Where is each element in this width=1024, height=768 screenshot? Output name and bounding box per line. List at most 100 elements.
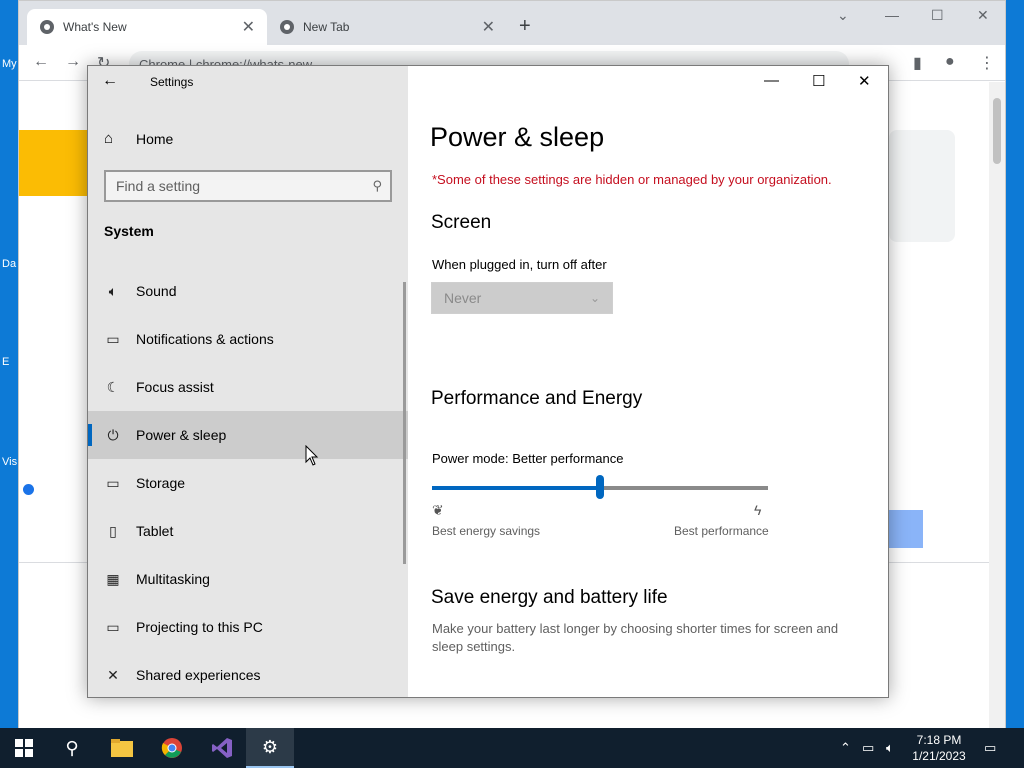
minimize-button[interactable]: — (885, 7, 899, 23)
clock[interactable]: 7:18 PM 1/21/2023 (906, 732, 972, 764)
close-icon[interactable]: ✕ (482, 17, 495, 37)
tab-title: What's New (63, 20, 127, 34)
maximize-button[interactable]: ☐ (931, 7, 944, 24)
sidebar-item-power-sleep[interactable]: ⏻ Power & sleep (88, 411, 408, 459)
settings-sidebar: ← Settings ⌂ Home Find a setting ⚲ Syste… (88, 66, 408, 697)
close-icon[interactable]: ✕ (242, 17, 255, 37)
sidebar-item-sound[interactable]: 🔈︎ Sound (88, 267, 408, 315)
settings-window: ← Settings ⌂ Home Find a setting ⚲ Syste… (87, 65, 889, 698)
close-button[interactable]: ✕ (858, 72, 871, 90)
battery-heading: Save energy and battery life (431, 587, 668, 608)
chrome-icon (40, 20, 54, 34)
settings-content: — ☐ ✕ Power & sleep *Some of these setti… (408, 66, 888, 697)
card-shape (889, 130, 955, 242)
sidebar-item-label: Sound (136, 283, 177, 299)
minimize-button[interactable]: — (764, 72, 779, 89)
sidebar-item-projecting[interactable]: ▭ Projecting to this PC (88, 603, 408, 651)
sidebar-item-label: Focus assist (136, 379, 214, 395)
performance-heading: Performance and Energy (431, 388, 643, 409)
windows-icon (15, 739, 33, 757)
visual-studio-button[interactable] (198, 728, 246, 768)
sidebar-item-label: Shared experiences (136, 667, 261, 683)
close-button[interactable]: ✕ (977, 7, 989, 24)
sidebar-item-multitasking[interactable]: ▦ Multitasking (88, 555, 408, 603)
volume-icon[interactable]: 🔈︎ (886, 740, 894, 756)
tablet-icon: ▯ (109, 522, 117, 539)
speaker-icon: 🔈︎ (108, 282, 118, 299)
start-button[interactable] (0, 728, 48, 768)
slider-thumb[interactable] (596, 475, 604, 499)
menu-icon[interactable]: ⋮ (979, 53, 995, 73)
back-icon[interactable]: ← (33, 53, 49, 71)
sidebar-item-focus-assist[interactable]: ☾ Focus assist (88, 363, 408, 411)
sidebar-item-notifications[interactable]: ▭ Notifications & actions (88, 315, 408, 363)
chrome-icon (161, 738, 182, 758)
forward-icon[interactable]: → (65, 53, 81, 71)
projector-icon: ▭ (106, 618, 120, 635)
notification-center-icon[interactable]: ▭ (984, 740, 996, 756)
battery-description: Make your battery last longer by choosin… (432, 621, 839, 654)
chevron-up-icon[interactable]: ⌃ (840, 740, 851, 756)
chevron-down-icon: ⌄ (589, 291, 600, 305)
leaf-icon: ❦ (432, 502, 444, 518)
power-icon: ⏻ (107, 426, 119, 443)
gear-icon: ⚙ (261, 736, 279, 757)
home-label: Home (136, 130, 174, 147)
maximize-button[interactable]: ☐ (812, 72, 825, 90)
time: 7:18 PM (916, 733, 962, 747)
scroll-thumb[interactable] (993, 98, 1001, 164)
slider-left-label: Best energy savings (432, 524, 541, 538)
search-input[interactable]: Find a setting ⚲ (104, 170, 392, 202)
tab-new-tab[interactable]: New Tab ✕ (267, 9, 507, 45)
banner-shape (19, 130, 89, 196)
dropdown-value: Never (444, 290, 482, 306)
search-button[interactable]: ⚲ (48, 728, 96, 768)
multitasking-icon: ▦ (106, 570, 120, 587)
search-icon: ⚲ (372, 178, 382, 193)
scrollbar[interactable] (989, 82, 1005, 728)
desktop-label[interactable]: E (2, 356, 9, 368)
date: 1/21/2023 (912, 749, 966, 763)
desktop-label[interactable]: Da (2, 258, 16, 270)
settings-taskbar-button[interactable]: ⚙ (246, 728, 294, 768)
desktop-label[interactable]: My (2, 58, 17, 70)
tab-whats-new[interactable]: What's New ✕ (27, 9, 267, 45)
search-icon: ⚲ (65, 737, 79, 758)
sidebar-scrollbar[interactable] (403, 282, 406, 564)
chrome-taskbar-button[interactable] (148, 728, 196, 768)
power-mode-slider[interactable] (432, 475, 768, 499)
taskbar: ⚲ ⚙ ⌃ ▭ 🔈︎ 7:18 PM 1/21/2023 ▭ (0, 728, 1024, 768)
managed-notice: *Some of these settings are hidden or ma… (432, 172, 832, 187)
folder-icon (111, 739, 133, 757)
back-arrow-icon[interactable]: ← (102, 72, 124, 94)
sidebar-item-label: Storage (136, 475, 186, 491)
share-icon: ✕ (107, 666, 119, 683)
sidebar-item-label: Projecting to this PC (136, 619, 263, 635)
chevron-down-icon[interactable]: ⌄ (837, 7, 849, 24)
search-placeholder: Find a setting (116, 178, 201, 194)
sidebar-item-label: Power & sleep (136, 427, 227, 443)
screen-heading: Screen (431, 212, 492, 233)
tab-strip: What's New ✕ New Tab ✕ + ⌄ — ☐ ✕ (19, 1, 1005, 45)
sidebar-item-storage[interactable]: ▭ Storage (88, 459, 408, 507)
network-icon[interactable]: ▭ (862, 740, 874, 756)
profile-icon[interactable]: ● (945, 53, 955, 71)
visual-studio-icon (212, 738, 232, 758)
storage-icon: ▭ (106, 474, 120, 491)
sidebar-item-tablet[interactable]: ▯ Tablet (88, 507, 408, 555)
home-link[interactable]: ⌂ Home (104, 130, 173, 147)
slider-fill (432, 486, 600, 490)
ribbon-shape (883, 510, 923, 548)
screen-timeout-dropdown[interactable]: Never ⌄ (431, 282, 613, 314)
app-title: Settings (150, 75, 194, 89)
sidebar-item-shared-experiences[interactable]: ✕ Shared experiences (88, 651, 408, 697)
desktop-label[interactable]: Vis (2, 456, 17, 468)
new-tab-button[interactable]: + (519, 15, 531, 38)
file-explorer-button[interactable] (98, 728, 146, 768)
sidebar-icon[interactable]: ▮ (913, 53, 922, 73)
mouse-cursor-icon (305, 445, 319, 466)
moon-icon: ☾ (106, 378, 120, 395)
home-icon: ⌂ (104, 130, 114, 147)
lightning-icon: ϟ (754, 502, 762, 518)
page-title: Power & sleep (430, 122, 605, 152)
